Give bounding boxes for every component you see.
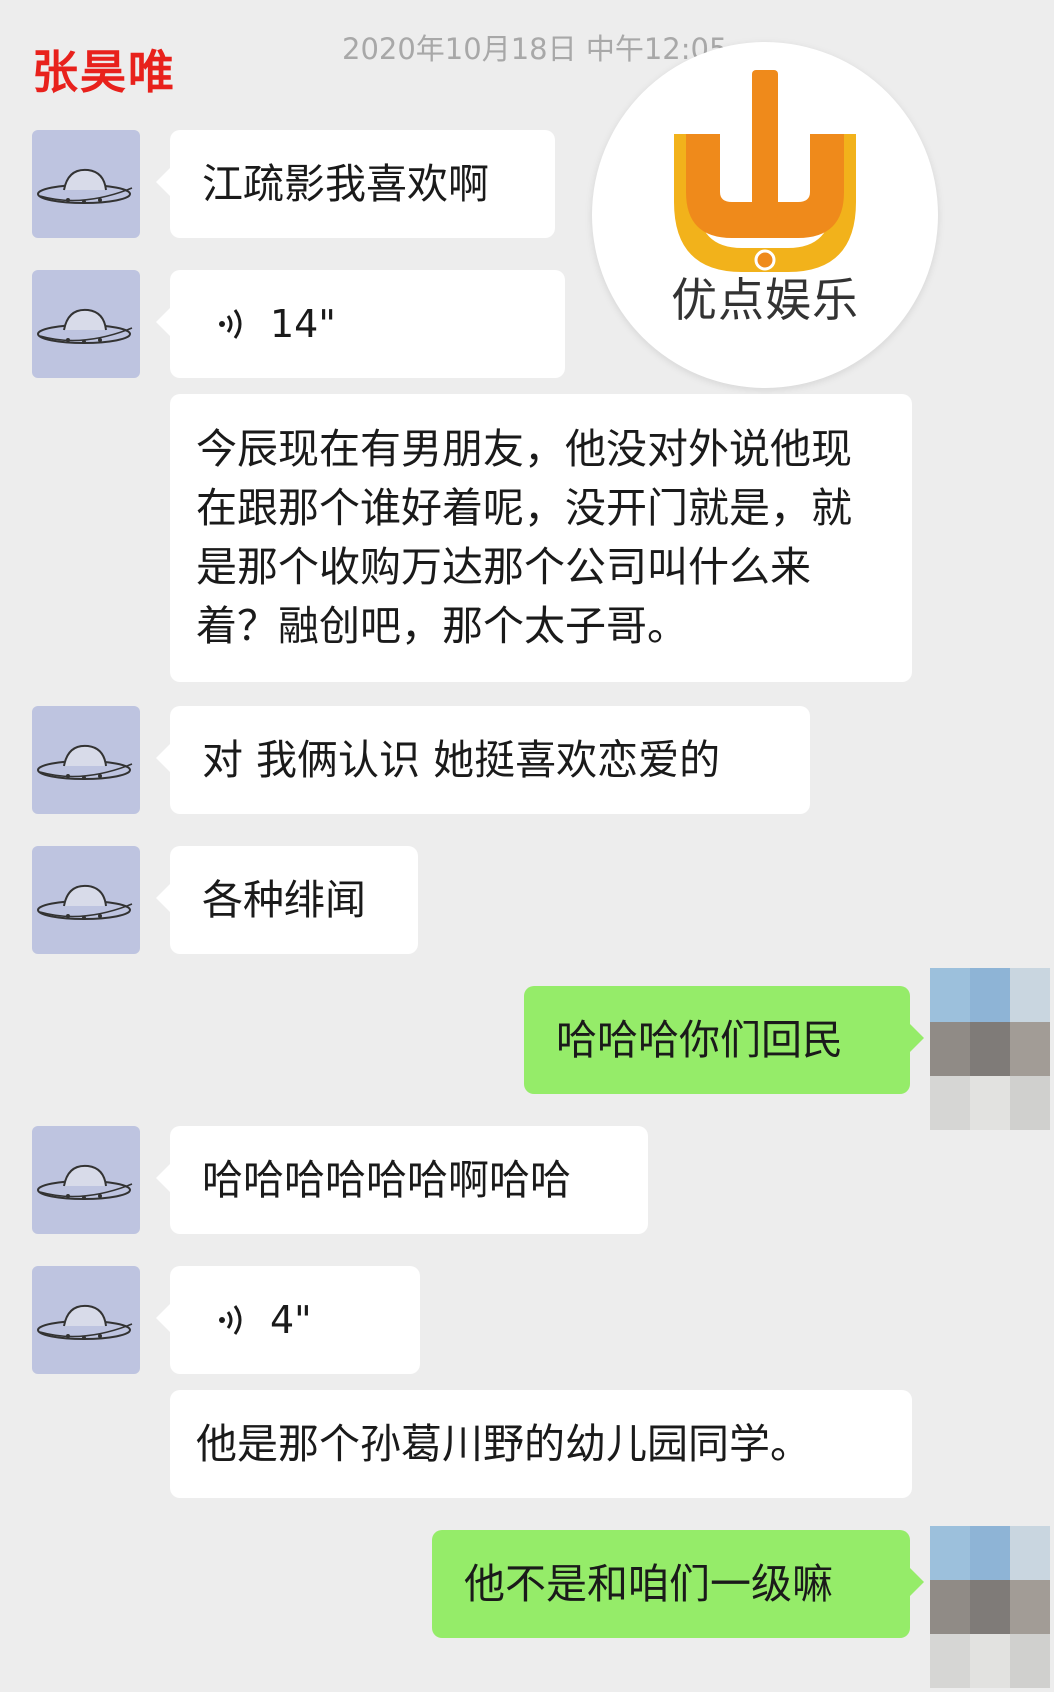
sender-avatar[interactable]	[32, 846, 140, 954]
ufo-icon	[37, 744, 133, 780]
message-text: 江疏影我喜欢啊	[202, 160, 489, 208]
contact-name: 张昊唯	[32, 45, 176, 99]
message-text: 对 我俩认识 她挺喜欢恋爱的	[202, 736, 721, 784]
sender-avatar[interactable]	[32, 270, 140, 378]
message-text: 各种绯闻	[202, 876, 366, 924]
sender-avatar[interactable]	[32, 706, 140, 814]
message-text: 今辰现在有男朋友，他没对外说他现在跟那个谁好着呢，没开门就是，就是那个收购万达那…	[196, 425, 852, 650]
ufo-icon	[37, 884, 133, 920]
message-bubble[interactable]: 江疏影我喜欢啊	[156, 130, 555, 238]
voice-wave-icon	[219, 309, 242, 339]
message-text: 哈哈哈你们回民	[556, 1016, 843, 1064]
voice-duration: 4"	[270, 1298, 312, 1342]
own-message-bubble[interactable]: 哈哈哈你们回民	[524, 986, 924, 1094]
message-text: 哈哈哈哈哈哈啊哈哈	[202, 1156, 571, 1204]
ufo-icon	[37, 308, 133, 344]
own-message-bubble[interactable]: 他不是和咱们一级嘛	[432, 1530, 924, 1638]
sender-avatar[interactable]	[32, 1266, 140, 1374]
sender-avatar[interactable]	[32, 1126, 140, 1234]
watermark-logo: 优点娱乐	[592, 42, 938, 388]
message-bubble[interactable]: 对 我俩认识 她挺喜欢恋爱的	[156, 706, 810, 814]
logo-u-icon	[674, 70, 856, 272]
own-avatar-pixelated[interactable]	[930, 968, 1050, 1130]
voice-message-bubble[interactable]: 4"	[156, 1266, 420, 1374]
message-text: 他是那个孙葛川野的幼儿园同学。	[196, 1420, 811, 1468]
voice-wave-icon	[219, 1305, 242, 1335]
message-bubble[interactable]: 今辰现在有男朋友，他没对外说他现在跟那个谁好着呢，没开门就是，就是那个收购万达那…	[170, 394, 912, 682]
own-avatar-pixelated[interactable]	[930, 1526, 1050, 1688]
sender-avatar[interactable]	[32, 130, 140, 238]
message-bubble[interactable]: 哈哈哈哈哈哈啊哈哈	[156, 1126, 648, 1234]
voice-duration: 14"	[270, 302, 336, 346]
logo-text: 优点娱乐	[671, 273, 859, 327]
message-bubble[interactable]: 各种绯闻	[156, 846, 418, 954]
ufo-icon	[37, 1304, 133, 1340]
message-text: 他不是和咱们一级嘛	[464, 1560, 833, 1608]
ufo-icon	[37, 168, 133, 204]
ufo-icon	[37, 1164, 133, 1200]
voice-message-bubble[interactable]: 14"	[156, 270, 565, 378]
message-bubble[interactable]: 他是那个孙葛川野的幼儿园同学。	[170, 1390, 912, 1498]
